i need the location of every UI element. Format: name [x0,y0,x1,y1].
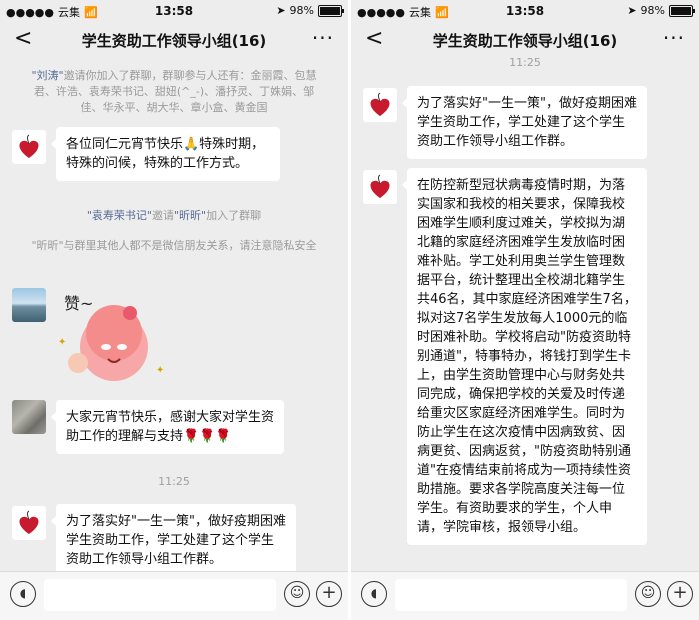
nav-bar: < 学生资助工作领导小组(16) ··· [0,22,348,56]
system-message-invite: "刘涛"邀请你加入了群聊，群聊参与人还有：金丽霞、包慧君、许浩、袁寿荣书记、甜妞… [30,68,318,116]
chat-screen-left: ●●●●● 云集 📶 13:58 ➤ 98% < 学生资助工作领导小组(16) … [0,0,348,620]
avatar[interactable] [363,170,397,204]
rose-emoji-icon: 🌹🌹🌹 [183,429,232,444]
more-button[interactable]: ··· [312,26,334,50]
location-arrow-icon: ➤ [627,4,637,17]
battery-percent: 98% [640,4,665,17]
emoji-icon[interactable]: ☺ [284,581,310,607]
location-arrow-icon: ➤ [276,4,286,17]
voice-icon[interactable]: ◖ [361,581,387,607]
chat-title: 学生资助工作领导小组(16) [81,32,267,50]
avatar[interactable] [12,400,46,434]
input-bar: ◖ ☺ + [351,571,699,620]
timestamp: 11:25 [509,56,541,69]
plus-icon[interactable]: + [316,581,342,607]
chat-screen-right: ●●●●● 云集 📶 13:58 ➤ 98% < 学生资助工作领导小组(16) … [351,0,699,620]
message-bubble[interactable]: 各位同仁元宵节快乐🙏特殊时期，特殊的问候，特殊的工作方式。 [51,127,280,181]
system-message-privacy: "昕昕"与群里其他人都不是微信朋友关系，请注意隐私安全 [30,238,318,254]
input-bar: ◖ ☺ + [0,571,348,620]
sticker-image[interactable]: 赞~ ✦ ✦ [56,285,166,385]
battery-icon [669,4,695,17]
message-text: 各位同仁元宵节快乐🙏特殊时期，特殊的问候，特殊的工作方式。 [66,137,265,171]
join-text: 邀请 [152,209,174,222]
invite-text: 邀请你加入了群聊，群聊参与人还有：金丽霞、包慧君、许浩、袁寿荣书记、甜妞(^_-… [33,69,317,114]
message-bubble[interactable]: 大家元宵节快乐，感谢大家对学生资助工作的理解与支持🌹🌹🌹 [51,400,284,454]
message-input[interactable] [44,579,276,611]
message-input[interactable] [395,579,627,611]
nav-bar: < 学生资助工作领导小组(16) ··· [351,22,699,56]
emoji-icon[interactable]: ☺ [635,581,661,607]
message-text: 在防控新型冠状病毒疫情时期，为落实国家和我校的相关要求，保障我校困难学生顺利度过… [417,178,637,535]
message-text: 为了落实好"一生一策"，做好疫期困难学生资助工作，学工处建了这个学生资助工作领导… [417,96,637,149]
avatar[interactable] [363,88,397,122]
status-bar: ●●●●● 云集 📶 13:58 ➤ 98% [351,0,699,22]
system-message-join: "袁寿荣书记"邀请"昕昕"加入了群聊 [30,208,318,224]
battery-percent: 98% [289,4,314,17]
privacy-text: "昕昕"与群里其他人都不是微信朋友关系，请注意隐私安全 [31,239,317,252]
join-tail: 加入了群聊 [206,209,262,222]
svg-text:✦: ✦ [156,365,164,376]
timestamp: 11:25 [158,475,190,488]
more-button[interactable]: ··· [663,26,685,50]
message-text: 大家元宵节快乐，感谢大家对学生资助工作的理解与支持 [66,410,275,444]
message-bubble[interactable]: 为了落实好"一生一策"，做好疫期困难学生资助工作，学工处建了这个学生资助工作领导… [51,504,296,577]
svg-text:✦: ✦ [58,337,66,348]
inviter-link[interactable]: "袁寿荣书记" [87,209,152,222]
avatar[interactable] [12,130,46,164]
invitee-link[interactable]: "昕昕" [174,209,206,222]
avatar[interactable] [12,288,46,322]
avatar[interactable] [12,506,46,540]
message-text: 为了落实好"一生一策"，做好疫期困难学生资助工作，学工处建了这个学生资助工作领导… [66,514,286,567]
sticker-caption: 赞~ [64,294,93,313]
message-bubble[interactable]: 在防控新型冠状病毒疫情时期，为落实国家和我校的相关要求，保障我校困难学生顺利度过… [402,168,647,545]
status-bar: ●●●●● 云集 📶 13:58 ➤ 98% [0,0,348,22]
inviter-link[interactable]: "刘涛" [31,69,63,82]
voice-icon[interactable]: ◖ [10,581,36,607]
chat-title: 学生资助工作领导小组(16) [432,32,618,50]
plus-icon[interactable]: + [667,581,693,607]
message-bubble[interactable]: 为了落实好"一生一策"，做好疫期困难学生资助工作，学工处建了这个学生资助工作领导… [402,86,647,159]
battery-icon [318,4,344,17]
